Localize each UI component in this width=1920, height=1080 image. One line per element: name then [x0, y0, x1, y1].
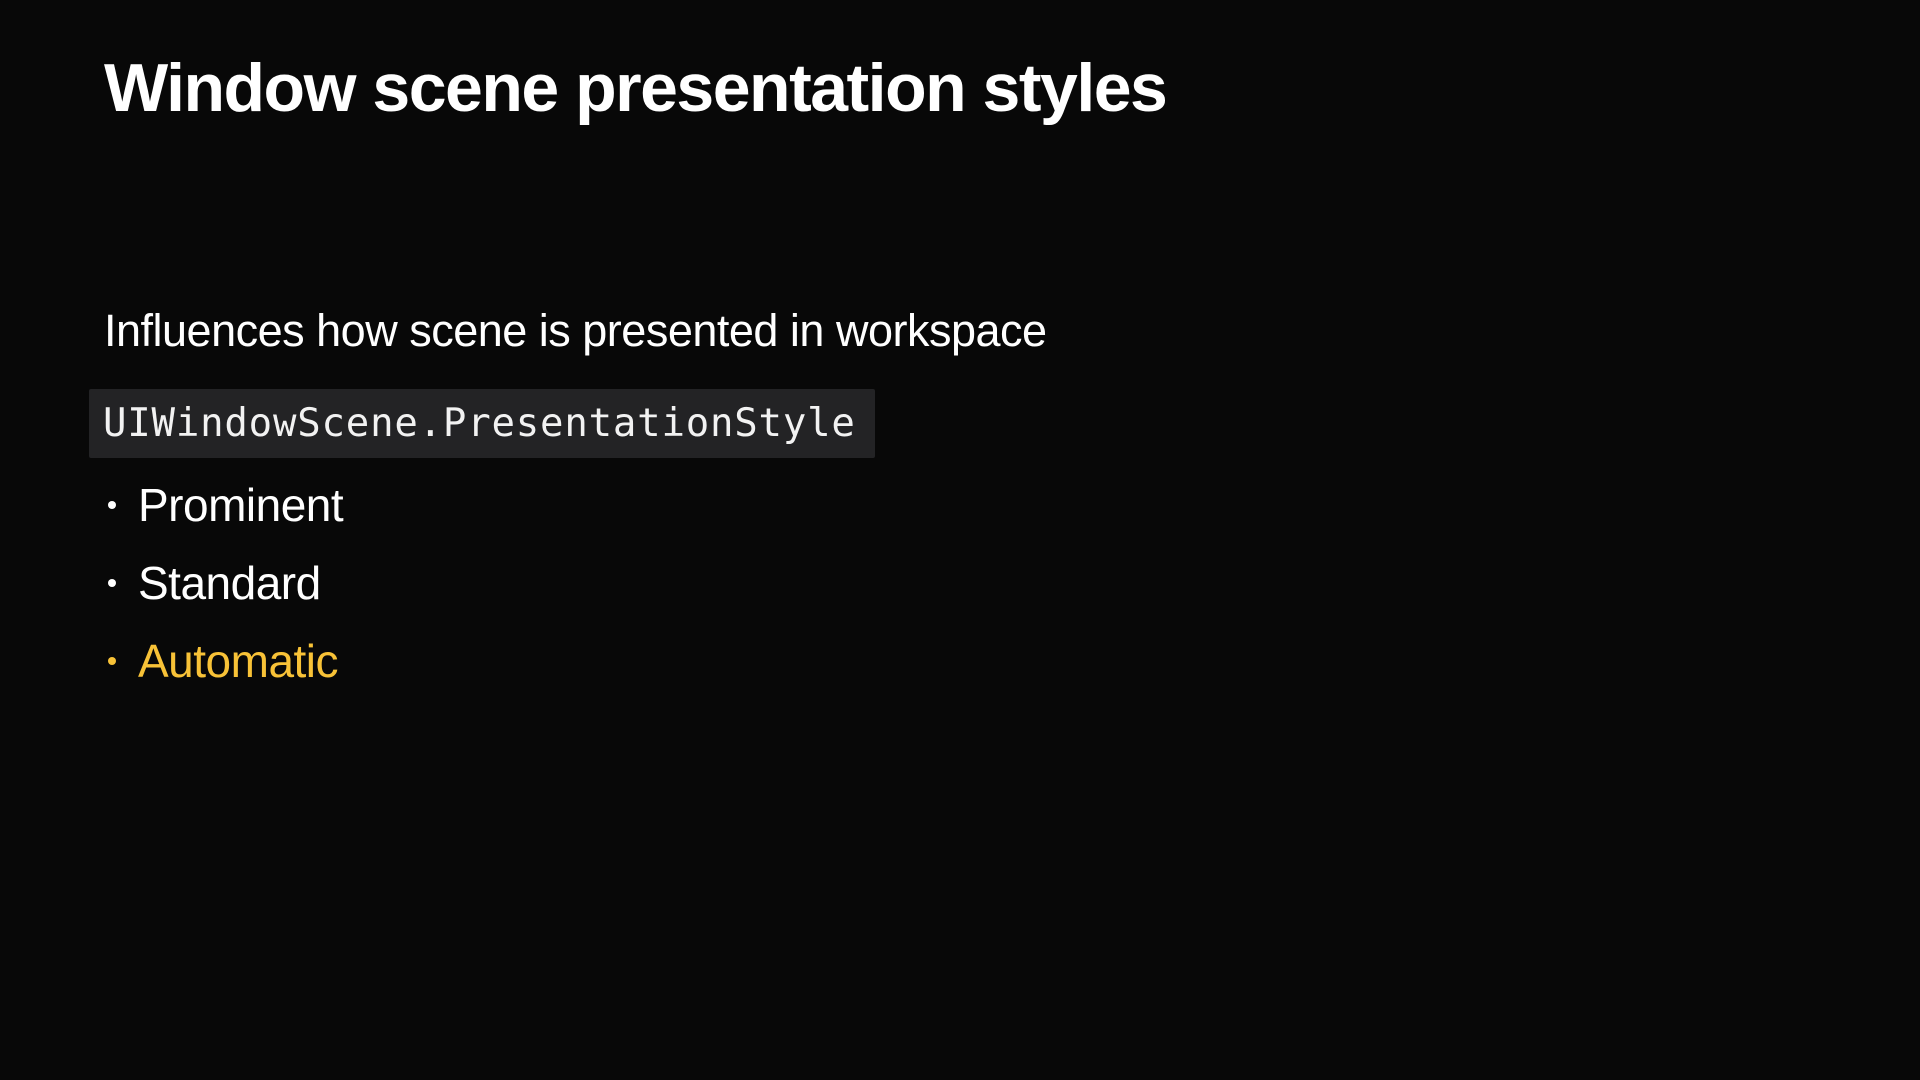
bullet-item-standard: Standard: [104, 544, 343, 622]
code-snippet-text: UIWindowScene.PresentationStyle: [103, 401, 856, 446]
bullet-label: Automatic: [138, 635, 339, 687]
bullet-dot-icon: [108, 657, 116, 665]
slide-title: Window scene presentation styles: [104, 50, 1168, 126]
bullet-label: Standard: [138, 557, 321, 609]
slide: Window scene presentation styles Influen…: [0, 0, 1920, 1080]
bullet-dot-icon: [108, 501, 116, 509]
code-snippet: UIWindowScene.PresentationStyle: [89, 389, 875, 458]
slide-subtitle: Influences how scene is presented in wor…: [104, 305, 1047, 356]
bullet-list: Prominent Standard Automatic: [104, 466, 344, 700]
bullet-item-prominent: Prominent: [104, 466, 344, 544]
bullet-item-automatic: Automatic: [104, 622, 343, 700]
bullet-label: Prominent: [138, 479, 344, 531]
bullet-dot-icon: [108, 579, 116, 587]
